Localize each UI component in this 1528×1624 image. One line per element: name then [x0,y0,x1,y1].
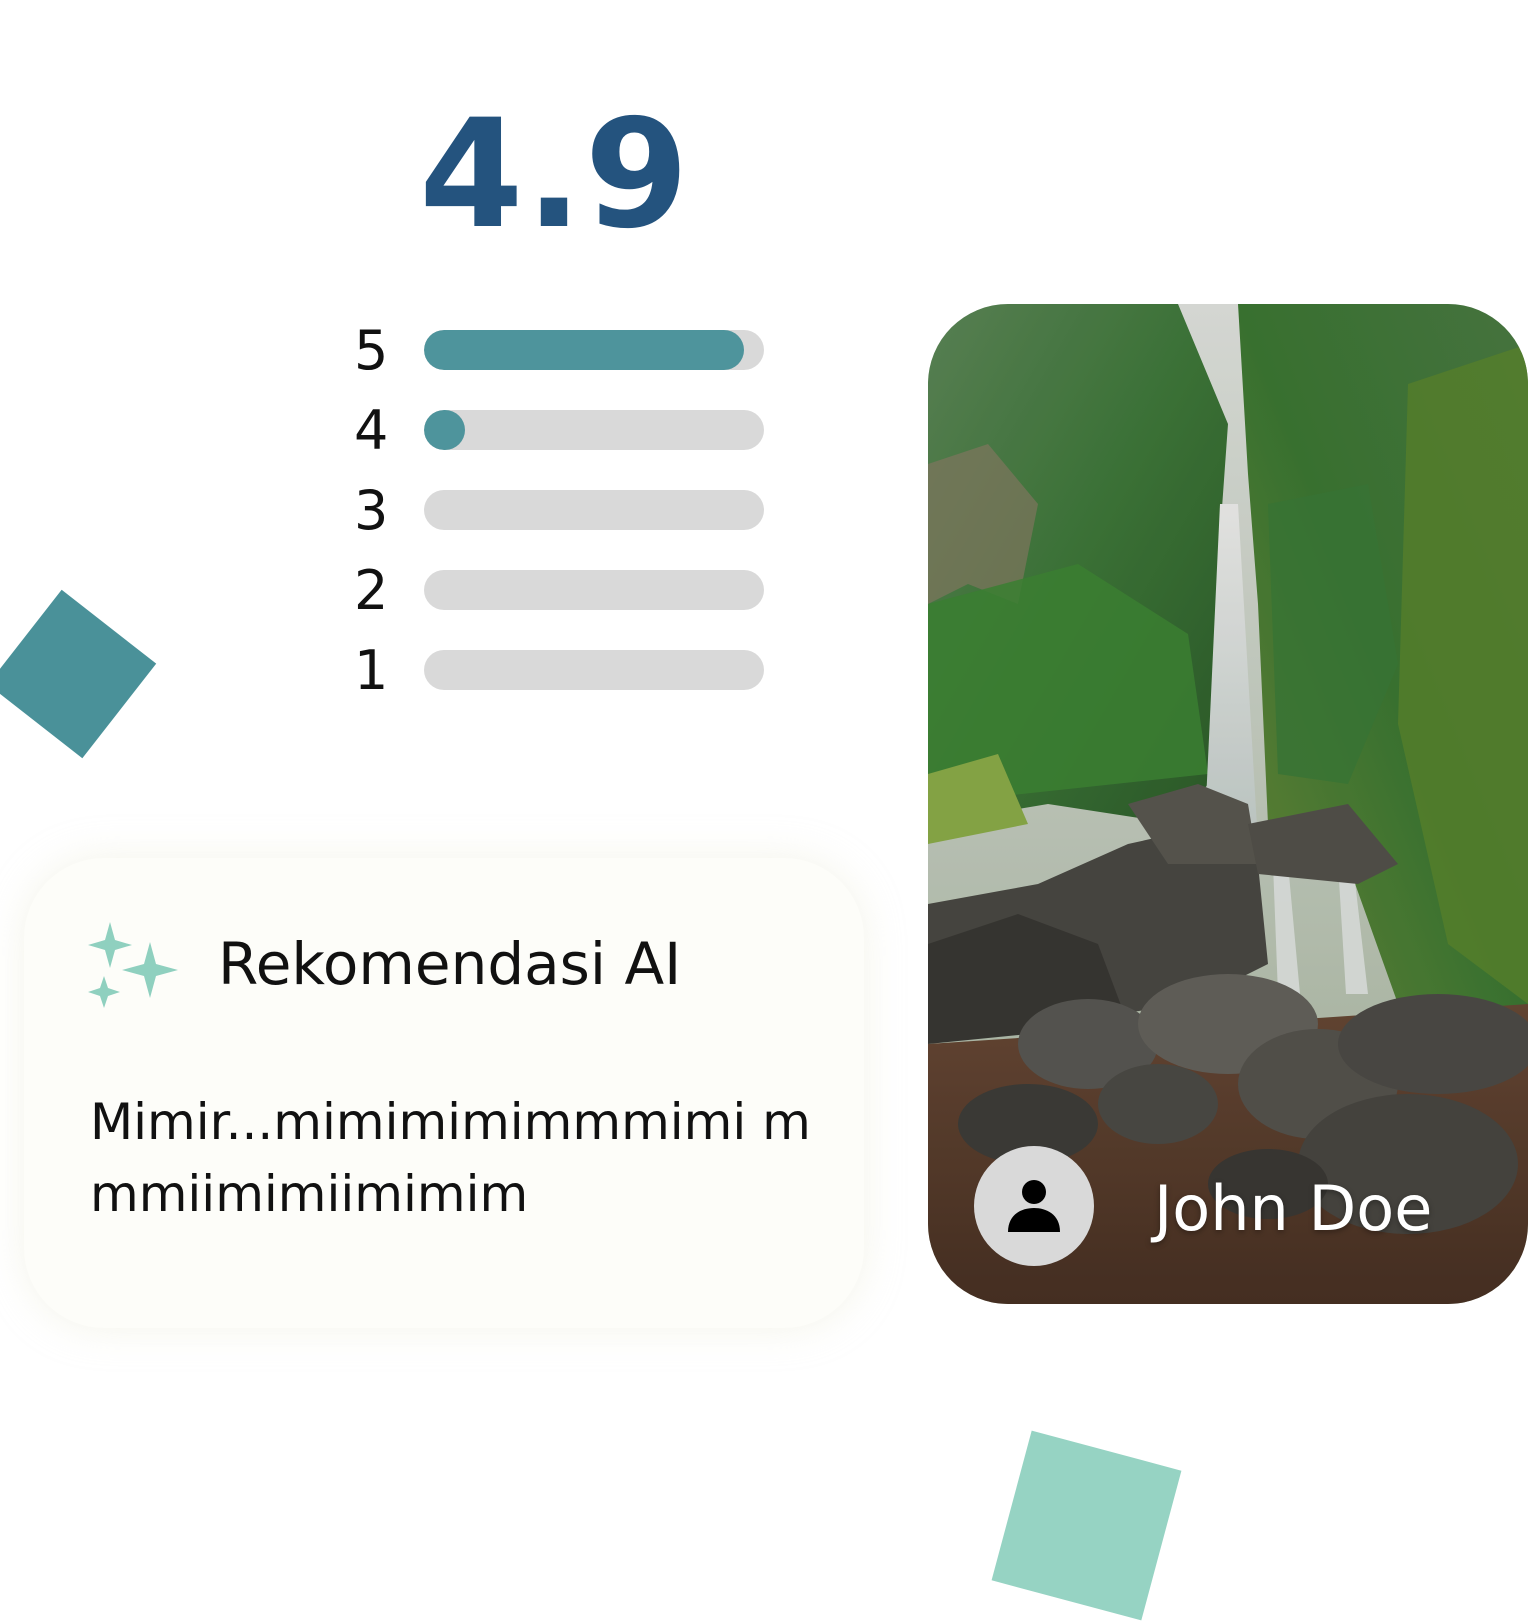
rating-label: 5 [354,318,389,382]
ai-recommendation-card: Rekomendasi AI Mimir...mimimimimmmimi mm… [24,858,864,1328]
rating-bar-fill [424,410,465,450]
rating-bar-track [424,570,764,610]
rating-bar-track [424,330,764,370]
rating-bar-track [424,410,764,450]
rating-bar-track [424,650,764,690]
rating-label: 2 [354,558,389,622]
rating-row-1: 1 [340,630,764,710]
rating-label: 1 [354,638,389,702]
reviewer-name: John Doe [1154,1172,1433,1245]
rating-row-2: 2 [340,550,764,630]
rating-bar-fill [424,330,744,370]
decorative-diamond-bottom [991,1430,1182,1621]
rating-row-3: 3 [340,470,764,550]
avatar[interactable] [974,1146,1094,1266]
rating-breakdown: 5 4 3 2 1 [340,310,764,710]
ai-card-title: Rekomendasi AI [218,930,682,998]
ai-card-text: Mimir...mimimimimmmimi mmmiimimiimimim [90,1093,811,1223]
sparkles-icon [88,922,178,1008]
page: 4.9 5 4 3 2 1 Rekomendasi AI Mimir...mimimim… [0,0,1528,1624]
rating-row-5: 5 [340,310,764,390]
rating-score: 4.9 [419,88,691,262]
review-photo-card[interactable]: John Doe [928,304,1528,1304]
user-icon [1008,1180,1060,1232]
rating-label: 3 [354,478,389,542]
rating-row-4: 4 [340,390,764,470]
decorative-diamond-left [0,589,157,759]
rating-bar-track [424,490,764,530]
rating-label: 4 [354,398,389,462]
